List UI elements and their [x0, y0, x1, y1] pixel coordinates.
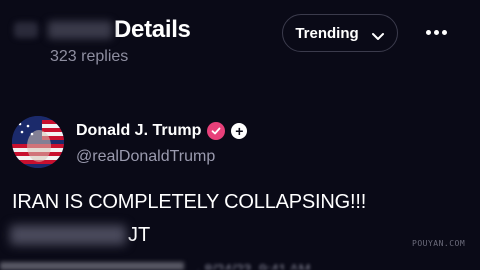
reply-count: 323 replies	[50, 48, 129, 65]
more-horizontal-icon	[424, 29, 448, 35]
signature-row: JT	[10, 221, 150, 249]
signature-text: JT	[128, 223, 151, 246]
more-options-button[interactable]	[424, 22, 448, 42]
title-redacted-part	[48, 21, 112, 39]
post-timestamp: · 8/24/23, 9:41 AM	[196, 262, 311, 270]
signature-redacted-part	[10, 225, 126, 245]
sort-dropdown-button[interactable]: Trending	[282, 14, 398, 52]
chevron-down-icon	[371, 28, 385, 40]
page-title: Details	[114, 16, 191, 43]
post: Donald J. Trump + @realDonaldTrump IRAN …	[0, 100, 480, 270]
back-button[interactable]	[14, 22, 38, 38]
footer-redacted-part	[0, 262, 184, 270]
post-body: IRAN IS COMPLETELY COLLAPSING!!!	[12, 191, 367, 213]
watermark: POUYAN.COM	[412, 239, 466, 248]
verified-badge-icon	[207, 122, 226, 140]
title-row: Details	[14, 12, 191, 48]
sort-label: Trending	[295, 24, 359, 42]
plus-icon[interactable]: +	[231, 123, 248, 139]
thread-header: Details 323 replies Trending	[0, 0, 480, 78]
author-handle[interactable]: @realDonaldTrump	[76, 148, 215, 166]
author-name-row: Donald J. Trump +	[76, 122, 248, 140]
avatar[interactable]	[12, 116, 64, 168]
author-name[interactable]: Donald J. Trump	[76, 122, 201, 140]
